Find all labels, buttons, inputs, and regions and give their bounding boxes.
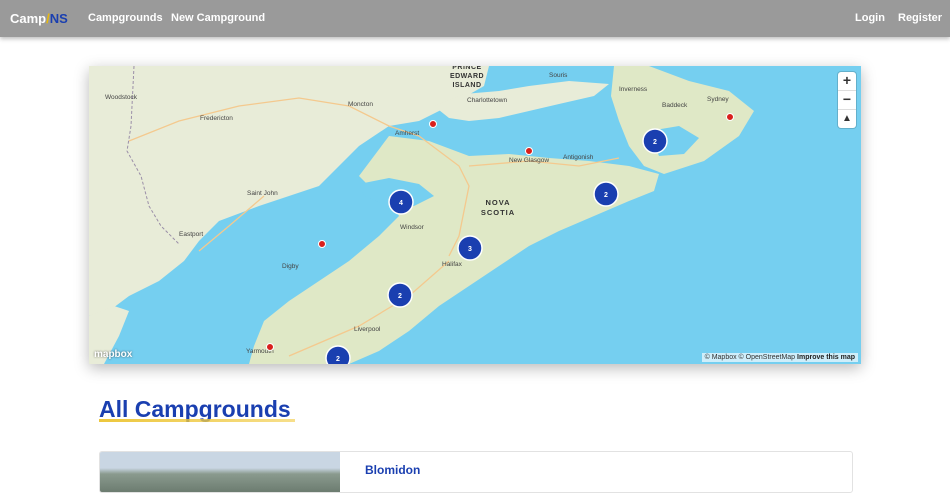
map-canvas[interactable]: PRINCE EDWARD ISLAND NOVA SCOTIA Woodstock …	[89, 66, 861, 364]
zoom-out-button[interactable]: −	[838, 91, 856, 110]
label-pei-line-3: ISLAND	[452, 82, 481, 89]
campground-marker[interactable]	[525, 147, 533, 155]
cluster-marker[interactable]: 2	[387, 282, 413, 308]
label-sydney: Sydney	[707, 96, 729, 103]
label-windsor: Windsor	[400, 224, 425, 231]
mapbox-logo[interactable]: mapbox	[94, 349, 132, 360]
campground-title[interactable]: Blomidon	[365, 463, 420, 477]
campground-marker[interactable]	[266, 343, 274, 351]
label-souris: Souris	[549, 72, 568, 79]
label-pei-line-2: EDWARD	[450, 73, 484, 80]
label-pei-line-1: PRINCE	[452, 66, 481, 71]
cluster-count: 3	[468, 246, 472, 253]
label-nova-scotia: NOVA SCOTIA	[481, 198, 515, 217]
brand-text-right: NS	[49, 11, 68, 26]
label-inverness: Inverness	[619, 86, 648, 93]
label-liverpool: Liverpool	[354, 326, 381, 333]
label-fredericton: Fredericton	[200, 115, 233, 122]
campground-marker[interactable]	[726, 113, 734, 121]
cluster-marker[interactable]: 3	[457, 235, 483, 261]
label-charlottetown: Charlottetown	[467, 97, 507, 104]
cluster-count: 2	[336, 356, 340, 363]
label-ns-line-1: NOVA	[485, 198, 510, 207]
label-baddeck: Baddeck	[662, 102, 688, 109]
label-digby: Digby	[282, 263, 299, 270]
label-new-glasgow: New Glasgow	[509, 157, 549, 164]
nav-link-register[interactable]: Register	[898, 12, 942, 24]
label-eastport: Eastport	[179, 231, 203, 238]
cluster-map[interactable]: PRINCE EDWARD ISLAND NOVA SCOTIA Woodstock …	[89, 66, 861, 364]
map-attribution: © Mapbox © OpenStreetMap Improve this ma…	[701, 353, 858, 362]
campground-marker[interactable]	[318, 240, 326, 248]
brand-logo[interactable]: Camp/NS	[10, 11, 68, 26]
zoom-in-button[interactable]: +	[838, 72, 856, 91]
label-halifax: Halifax	[442, 261, 463, 268]
label-pei: PRINCE EDWARD ISLAND	[450, 66, 484, 89]
map-zoom-controls: + − ▲	[838, 72, 856, 128]
cluster-marker[interactable]: 2	[642, 128, 668, 154]
improve-map-link[interactable]: Improve this map	[797, 354, 855, 361]
top-navbar: Camp/NS Campgrounds New Campground Login…	[0, 0, 950, 37]
cluster-marker[interactable]: 2	[593, 181, 619, 207]
label-antigonish: Antigonish	[563, 154, 594, 161]
label-amherst: Amherst	[395, 130, 419, 137]
cluster-count: 2	[653, 139, 657, 146]
title-underline	[99, 419, 295, 422]
nav-link-new-campground[interactable]: New Campground	[171, 12, 265, 24]
brand-text-left: Camp	[10, 11, 47, 26]
campground-marker[interactable]	[429, 120, 437, 128]
cluster-marker[interactable]: 4	[388, 189, 414, 215]
cluster-count: 4	[399, 200, 403, 207]
cluster-count: 2	[604, 192, 608, 199]
nav-link-campgrounds[interactable]: Campgrounds	[88, 12, 163, 24]
label-woodstock: Woodstock	[105, 94, 138, 101]
label-ns-line-2: SCOTIA	[481, 208, 515, 217]
cluster-marker[interactable]: 2	[325, 345, 351, 364]
campground-image	[100, 452, 340, 492]
label-saint-john: Saint John	[247, 190, 278, 197]
attribution-text[interactable]: © Mapbox © OpenStreetMap	[705, 354, 795, 361]
compass-icon[interactable]: ▲	[838, 110, 856, 128]
nav-link-login[interactable]: Login	[855, 12, 885, 24]
campground-card[interactable]: Blomidon	[99, 451, 853, 493]
label-moncton: Moncton	[348, 101, 373, 108]
cluster-count: 2	[398, 293, 402, 300]
